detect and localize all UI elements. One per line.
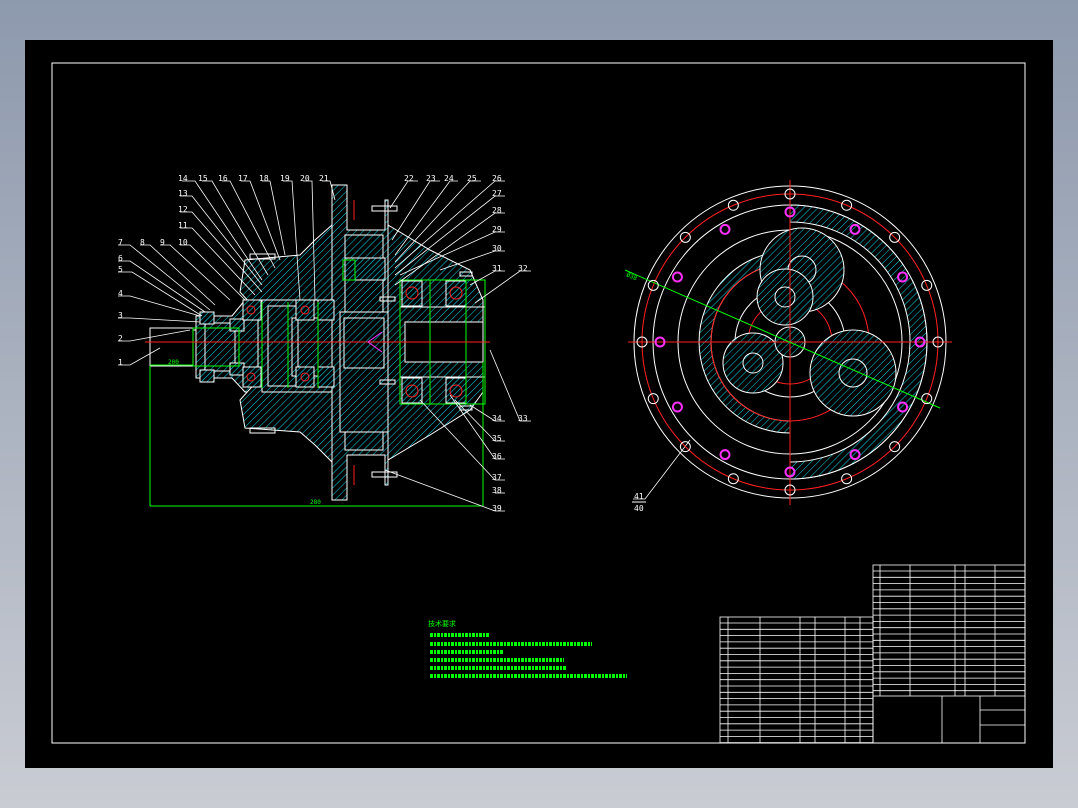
end-view: Ø38 [624, 180, 952, 505]
part-label: 18 [259, 174, 269, 183]
part-label: 15 [198, 174, 208, 183]
dim-overall-length: 280 [310, 499, 321, 506]
part-label: 17 [238, 174, 248, 183]
dim-diameter: Ø38 [625, 271, 638, 282]
part-label: 24 [444, 174, 454, 183]
dim-input-shaft: 200 [168, 359, 179, 366]
part-label: 35 [492, 434, 502, 443]
part-label: 4 [118, 289, 123, 298]
part-label: 41 [634, 492, 644, 501]
part-label: 38 [492, 486, 502, 495]
part-label: 10 [178, 238, 188, 247]
part-label: 19 [280, 174, 290, 183]
planet-gear [809, 329, 897, 417]
title-block [719, 564, 1026, 744]
bolt-hole [719, 223, 731, 235]
cad-drawing: 200 280 1 2 3 4 5 6 7 8 9 10 11 12 13 14 [51, 62, 1026, 744]
part-label: 16 [218, 174, 228, 183]
part-label: 27 [492, 189, 502, 198]
part-label: 14 [178, 174, 188, 183]
part-label: 2 [118, 334, 123, 343]
part-label: 21 [319, 174, 329, 183]
part-label: 5 [118, 265, 123, 274]
part-label: 40 [634, 504, 644, 513]
part-label: 37 [492, 473, 502, 482]
part-label: 39 [492, 504, 502, 513]
part-label: 34 [492, 414, 502, 423]
bolt-hole [671, 401, 683, 413]
part-label: 1 [118, 358, 123, 367]
part-label: 7 [118, 238, 123, 247]
part-label: 9 [160, 238, 165, 247]
bolt-hole [671, 271, 683, 283]
part-label: 11 [178, 221, 188, 230]
part-label: 28 [492, 206, 502, 215]
part-label: 33 [518, 414, 528, 423]
part-label: 29 [492, 225, 502, 234]
tech-req-text-lines [430, 633, 627, 678]
part-label: 20 [300, 174, 310, 183]
part-label: 30 [492, 244, 502, 253]
part-label: 22 [404, 174, 414, 183]
part-label: 6 [118, 254, 123, 263]
planet-pin [344, 257, 386, 281]
bolt-hole [719, 449, 731, 461]
part-label: 31 [492, 264, 502, 273]
technical-requirements: 技术要求 [428, 619, 627, 678]
part-label: 12 [178, 205, 188, 214]
part-label: 25 [467, 174, 477, 183]
planet-gear [756, 268, 814, 326]
part-label: 23 [426, 174, 436, 183]
part-label: 13 [178, 189, 188, 198]
part-label: 36 [492, 452, 502, 461]
part-label: 26 [492, 174, 502, 183]
part-label: 3 [118, 311, 123, 320]
part-label: 32 [518, 264, 528, 273]
part-label: 8 [140, 238, 145, 247]
tech-req-heading: 技术要求 [428, 619, 456, 628]
carrier [339, 311, 391, 433]
